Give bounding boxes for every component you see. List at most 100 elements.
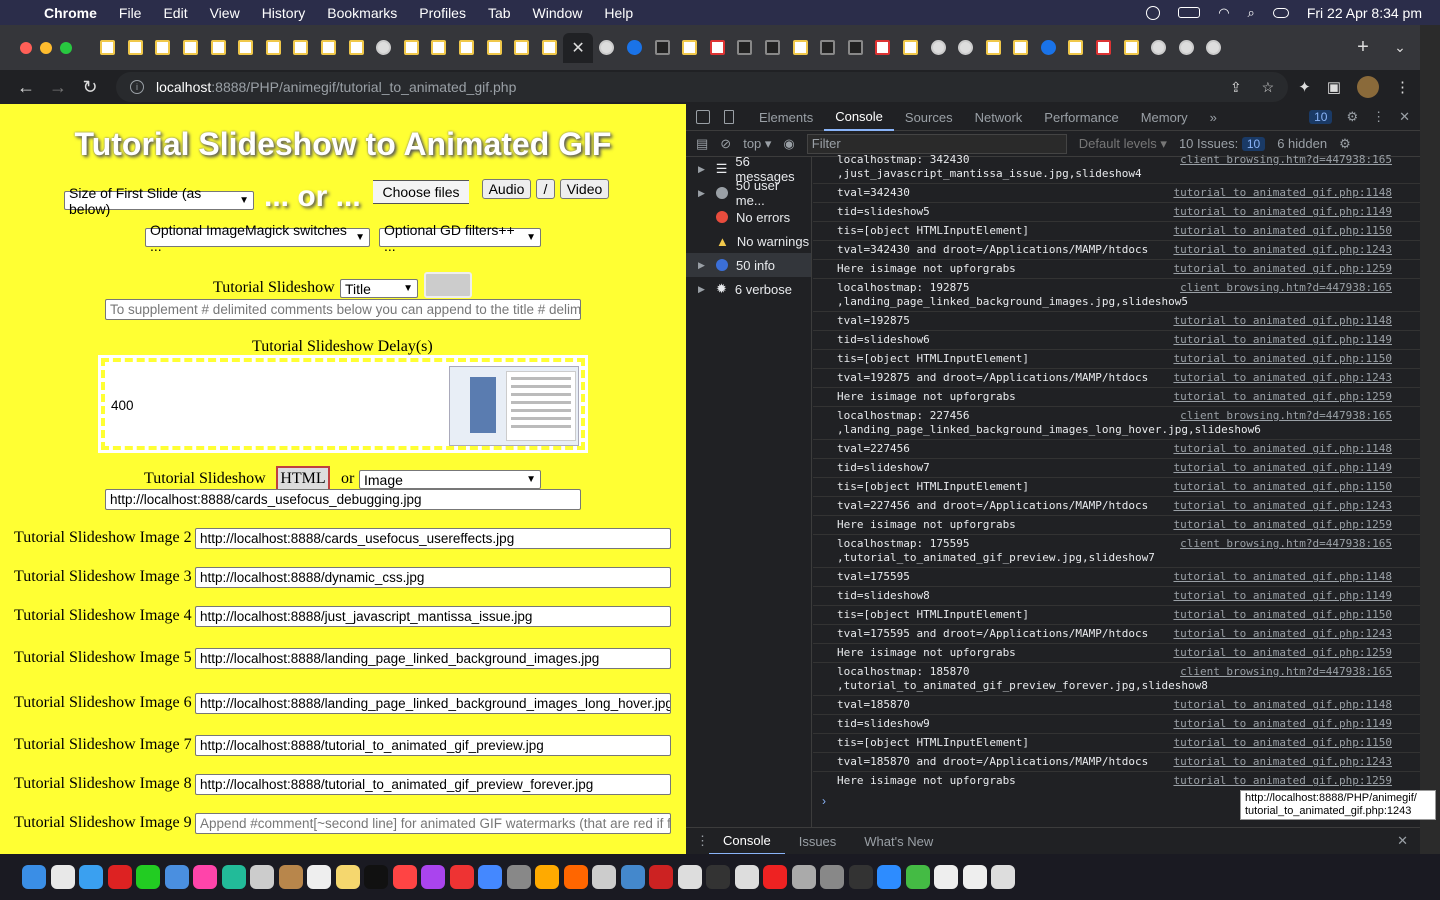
message-source-link[interactable]: tutorial to animated gif.php:1150 (1173, 352, 1392, 366)
browser-tab[interactable] (370, 33, 398, 63)
browser-tab[interactable] (177, 33, 205, 63)
console-message[interactable]: tval=185870 tutorial to animated gif.php:… (813, 696, 1420, 715)
message-source-link[interactable]: tutorial to animated gif.php:1148 (1173, 186, 1392, 200)
message-source-link[interactable]: tutorial to animated gif.php:1259 (1173, 646, 1392, 660)
play-status-icon[interactable] (1146, 5, 1161, 20)
image-row-input[interactable]: http://localhost:8888/tutorial_to_animat… (195, 735, 671, 756)
extensions-icon[interactable]: ✦ (1298, 78, 1311, 96)
audio-button[interactable]: Audio (482, 179, 531, 199)
tab-memory[interactable]: Memory (1130, 104, 1199, 131)
video-button[interactable]: Video (560, 179, 609, 199)
message-source-link[interactable]: tutorial to animated gif.php:1148 (1173, 442, 1392, 456)
message-source-link[interactable]: client browsing.htm?d=447938:165 (1180, 281, 1392, 295)
battery-icon[interactable] (1178, 7, 1201, 18)
sidebar-toggle-icon[interactable]: ▤ (696, 136, 708, 152)
message-source-link[interactable]: tutorial to animated gif.php:1148 (1173, 570, 1392, 584)
imagemagick-select[interactable]: Optional ImageMagick switches ... ▼ (145, 222, 370, 254)
new-tab-button[interactable]: + (1346, 36, 1380, 59)
dock-app-icon[interactable] (734, 865, 759, 889)
image1-input[interactable]: http://localhost:8888/cards_usefocus_deb… (105, 489, 581, 510)
tab-search-icon[interactable]: ⌄ (1380, 39, 1420, 56)
drawer-tab-issues[interactable]: Issues (785, 828, 851, 855)
dock-app-icon[interactable] (164, 865, 189, 889)
issues-summary[interactable]: 10 Issues: 10 (1179, 136, 1266, 151)
message-source-link[interactable]: client browsing.htm?d=447938:165 (1180, 409, 1392, 423)
browser-tab[interactable] (759, 33, 787, 63)
back-icon[interactable]: ← (10, 77, 42, 98)
dock-app-icon[interactable] (250, 865, 274, 889)
dock-app-icon[interactable] (649, 865, 673, 889)
side-panel-icon[interactable]: ▣ (1327, 78, 1341, 96)
console-message[interactable]: tis=[object HTMLInputElement] tutorial to… (813, 606, 1420, 625)
context-select[interactable]: top ▾ (743, 136, 771, 152)
image-row-input[interactable]: http://localhost:8888/landing_page_linke… (195, 693, 671, 714)
clear-console-icon[interactable]: ⊘ (720, 136, 731, 152)
drawer-tab-console[interactable]: Console (709, 828, 785, 855)
console-message[interactable]: tis=[object HTMLInputElement] tutorial to… (813, 350, 1420, 369)
browser-tab[interactable] (204, 33, 232, 63)
drawer-tab-whats-new[interactable]: What's New (850, 828, 947, 855)
browser-tab[interactable] (1007, 33, 1035, 63)
dock-app-icon[interactable] (107, 865, 132, 889)
console-message[interactable]: tid=slideshow5 tutorial to animated gif.p… (813, 203, 1420, 222)
comment-input[interactable]: To supplement # delimited comments below… (105, 299, 581, 320)
dock-app-icon[interactable] (763, 865, 787, 889)
dock-app-icon[interactable] (392, 865, 417, 889)
menu-edit[interactable]: Edit (163, 5, 187, 21)
dock-app-icon[interactable] (22, 865, 46, 889)
console-message[interactable]: tval=175595 and droot=/Applications/MAMP… (813, 625, 1420, 644)
console-message[interactable]: tval=342430 and droot=/Applications/MAMP… (813, 241, 1420, 260)
dock-app-icon[interactable] (677, 865, 702, 889)
message-source-link[interactable]: tutorial to animated gif.php:1148 (1173, 698, 1392, 712)
message-source-link[interactable]: tutorial to animated gif.php:1243 (1173, 371, 1392, 385)
console-log-list[interactable]: localhostmap: 342430 ,just_javascript_man… (813, 151, 1420, 788)
drawer-menu-icon[interactable]: ⋮ (696, 833, 709, 849)
kebab-menu-icon[interactable]: ⋮ (1372, 109, 1385, 125)
dock-app-icon[interactable] (934, 865, 958, 889)
message-source-link[interactable]: tutorial to animated gif.php:1149 (1173, 205, 1392, 219)
image-row-input[interactable]: http://localhost:8888/landing_page_linke… (195, 648, 671, 669)
dock-app-icon[interactable] (449, 865, 474, 889)
close-icon[interactable]: ✕ (1399, 109, 1410, 125)
browser-tab[interactable] (315, 33, 343, 63)
browser-tab[interactable] (1117, 33, 1145, 63)
console-message[interactable]: localhostmap: 192875 ,landing_page_linked… (813, 279, 1420, 312)
wifi-icon[interactable]: ◠ (1218, 5, 1229, 21)
message-source-link[interactable]: tutorial to animated gif.php:1149 (1173, 333, 1392, 347)
dock-app-icon[interactable] (991, 865, 1015, 889)
console-settings-icon[interactable]: ⚙ (1339, 136, 1351, 152)
dock-app-icon[interactable] (706, 865, 730, 889)
console-message[interactable]: localhostmap: 175595 ,tutorial_to_animate… (813, 535, 1420, 568)
browser-tab[interactable] (480, 33, 508, 63)
issues-badge[interactable]: 10 (1309, 110, 1333, 124)
sidebar-item-errors[interactable]: No errors (686, 205, 811, 229)
console-message[interactable]: tis=[object HTMLInputElement] tutorial to… (813, 222, 1420, 241)
menu-help[interactable]: Help (604, 5, 633, 21)
message-source-link[interactable]: client browsing.htm?d=447938:165 (1180, 665, 1392, 679)
choose-files-button[interactable]: Choose files (373, 180, 469, 204)
zoom-window-button[interactable] (60, 41, 72, 54)
chrome-menu-icon[interactable]: ⋮ (1395, 78, 1410, 96)
console-message[interactable]: localhostmap: 185870 ,tutorial_to_animate… (813, 663, 1420, 696)
menubar-clock[interactable]: Fri 22 Apr 8:34 pm (1307, 5, 1422, 21)
console-message[interactable]: tid=slideshow7 tutorial to animated gif.p… (813, 459, 1420, 478)
browser-tab[interactable] (869, 33, 897, 63)
address-bar[interactable]: i localhost:8888/PHP/animegif/tutorial_t… (116, 72, 1289, 102)
browser-tab[interactable] (453, 33, 481, 63)
browser-tab[interactable] (979, 33, 1007, 63)
dock-app-icon[interactable] (421, 865, 445, 889)
tab-network[interactable]: Network (964, 104, 1034, 131)
browser-tab[interactable] (260, 33, 288, 63)
delay-dropzone[interactable]: 400 (98, 355, 588, 453)
browser-tab[interactable] (786, 33, 814, 63)
browser-tab[interactable] (287, 33, 315, 63)
dock-app-icon[interactable] (820, 865, 844, 889)
browser-tab[interactable] (621, 33, 649, 63)
message-source-link[interactable]: tutorial to animated gif.php:1243 (1173, 755, 1392, 769)
message-source-link[interactable]: tutorial to animated gif.php:1150 (1173, 480, 1392, 494)
forward-icon[interactable]: → (42, 77, 74, 98)
dock-app-icon[interactable] (221, 865, 246, 889)
dock-app-icon[interactable] (79, 865, 103, 889)
console-message[interactable]: localhostmap: 227456 ,landing_page_linked… (813, 407, 1420, 440)
close-window-button[interactable] (20, 41, 32, 54)
